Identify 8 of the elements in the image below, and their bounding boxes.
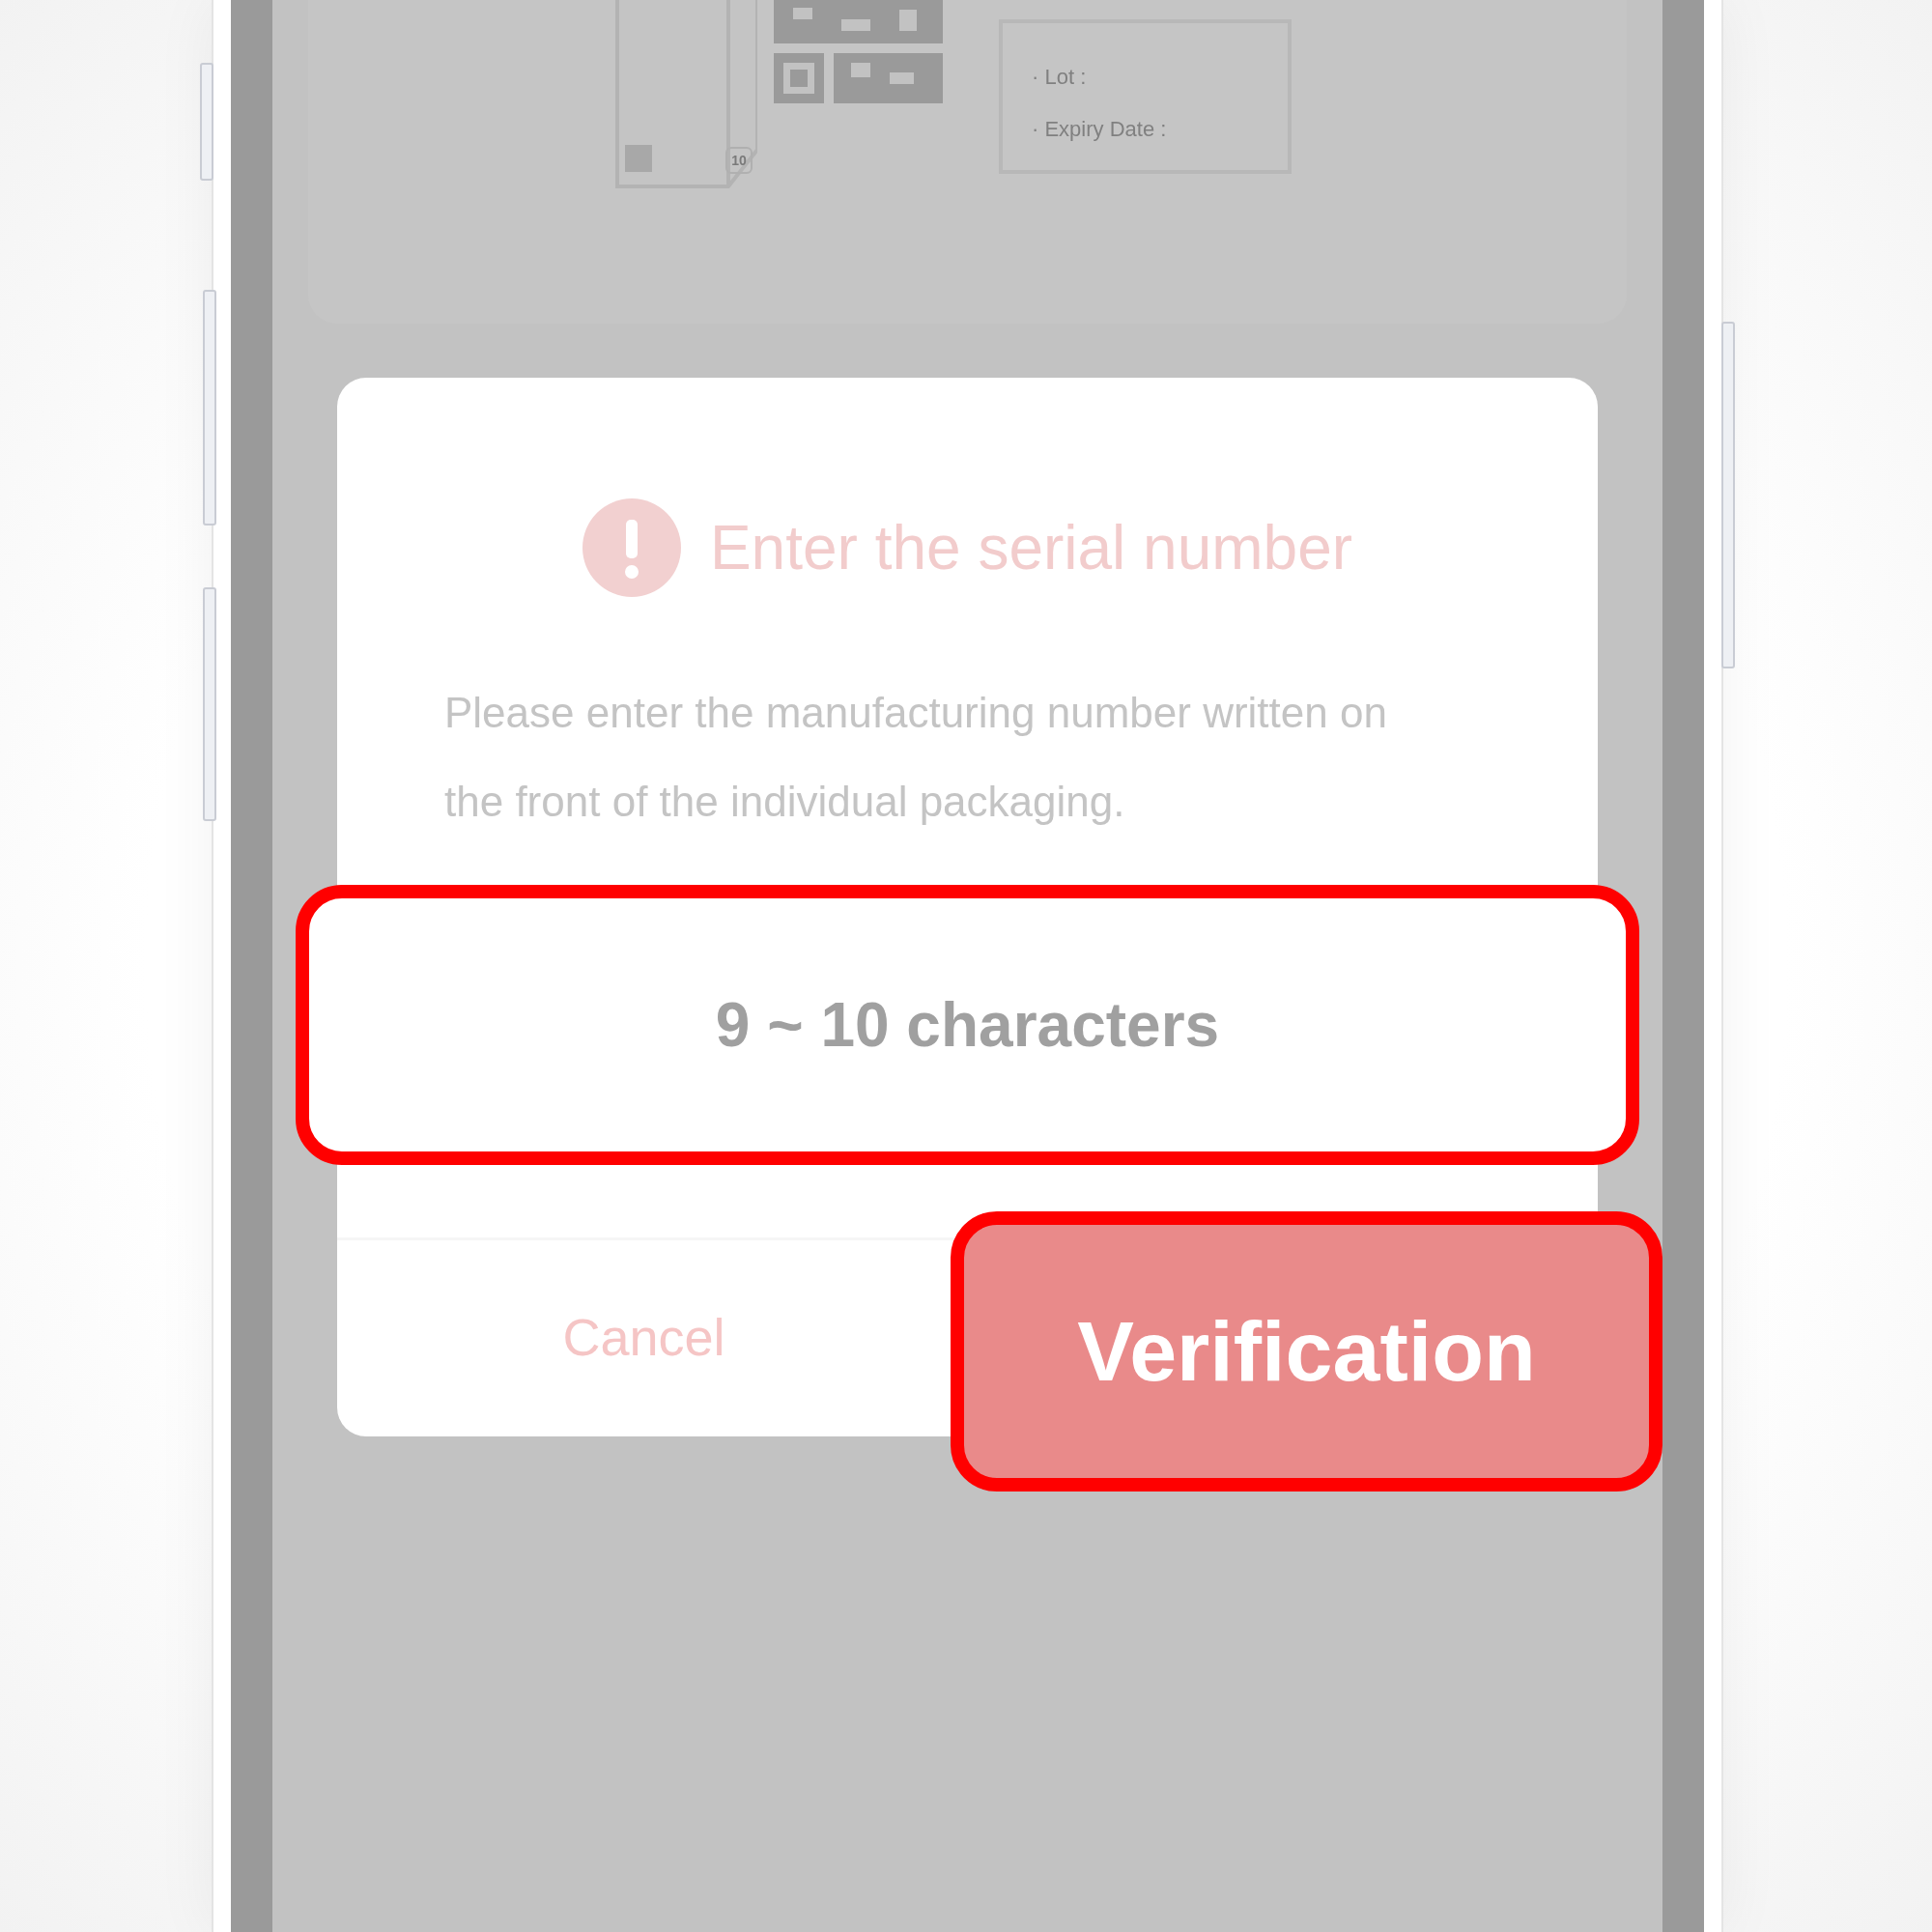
- label-text: · Lot :: [1032, 64, 1088, 91]
- box-badge: 10: [725, 147, 753, 174]
- cancel-button[interactable]: Cancel: [337, 1240, 951, 1434]
- alert-icon: [582, 498, 681, 597]
- verification-button[interactable]: Verification: [951, 1211, 1662, 1492]
- input-field[interactable]: 9 ~ 10 characters: [296, 885, 1639, 1165]
- label-text: · Expiry Date :: [1032, 116, 1168, 143]
- dialog-message: Please enter the manufacturing number written on the front of the individual packaging.: [443, 688, 1388, 827]
